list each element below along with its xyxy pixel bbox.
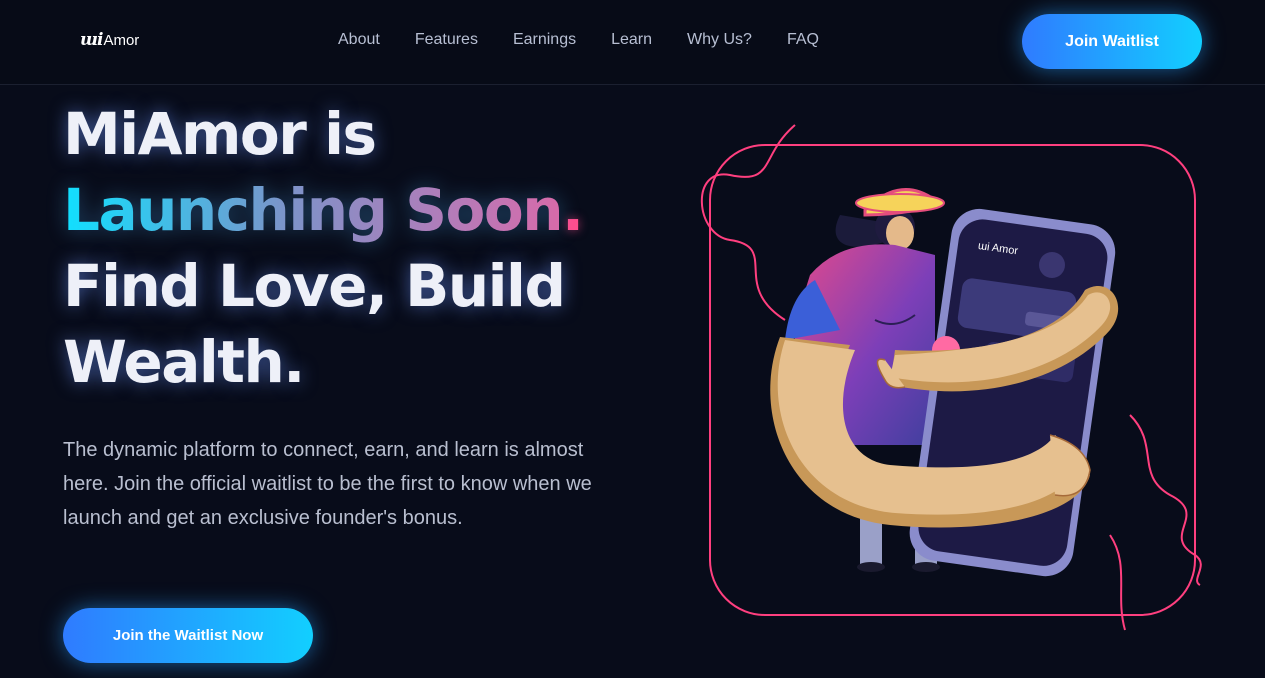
nav-why-us[interactable]: Why Us? <box>687 31 752 49</box>
join-the-waitlist-now-button[interactable]: Join the Waitlist Now <box>63 608 313 663</box>
nav-earnings[interactable]: Earnings <box>513 31 576 49</box>
nav-about[interactable]: About <box>338 31 380 49</box>
headline-line-1: MiAmor is <box>63 100 377 168</box>
headline-dot: . <box>562 176 584 244</box>
headline-line-4: Wealth. <box>63 328 305 396</box>
main-menu: About Features Earnings Learn Why Us? FA… <box>338 31 819 49</box>
headline-line-3: Find Love, Build <box>63 252 566 320</box>
headline-gradient-text: Launching Soon <box>63 176 564 244</box>
squiggle-line-left <box>700 124 796 321</box>
headline-line-2: Launching Soon. <box>63 172 663 248</box>
logo-text: Amor <box>103 31 140 49</box>
logo[interactable]: ɯi Amor <box>80 30 139 50</box>
top-navbar: ɯi Amor About Features Earnings Learn Wh… <box>0 0 1265 85</box>
nav-faq[interactable]: FAQ <box>787 31 819 49</box>
nav-features[interactable]: Features <box>415 31 478 49</box>
join-waitlist-button[interactable]: Join Waitlist <box>1022 14 1202 69</box>
hero-description: The dynamic platform to connect, earn, a… <box>63 439 592 529</box>
hero-headline: MiAmor is Launching Soon. Find Love, Bui… <box>63 96 663 400</box>
nav-learn[interactable]: Learn <box>611 31 652 49</box>
logo-mark: ɯi <box>80 30 103 50</box>
hero-illustration: ɯi Amor <box>700 124 1202 631</box>
squiggle-line-right <box>1109 414 1202 631</box>
